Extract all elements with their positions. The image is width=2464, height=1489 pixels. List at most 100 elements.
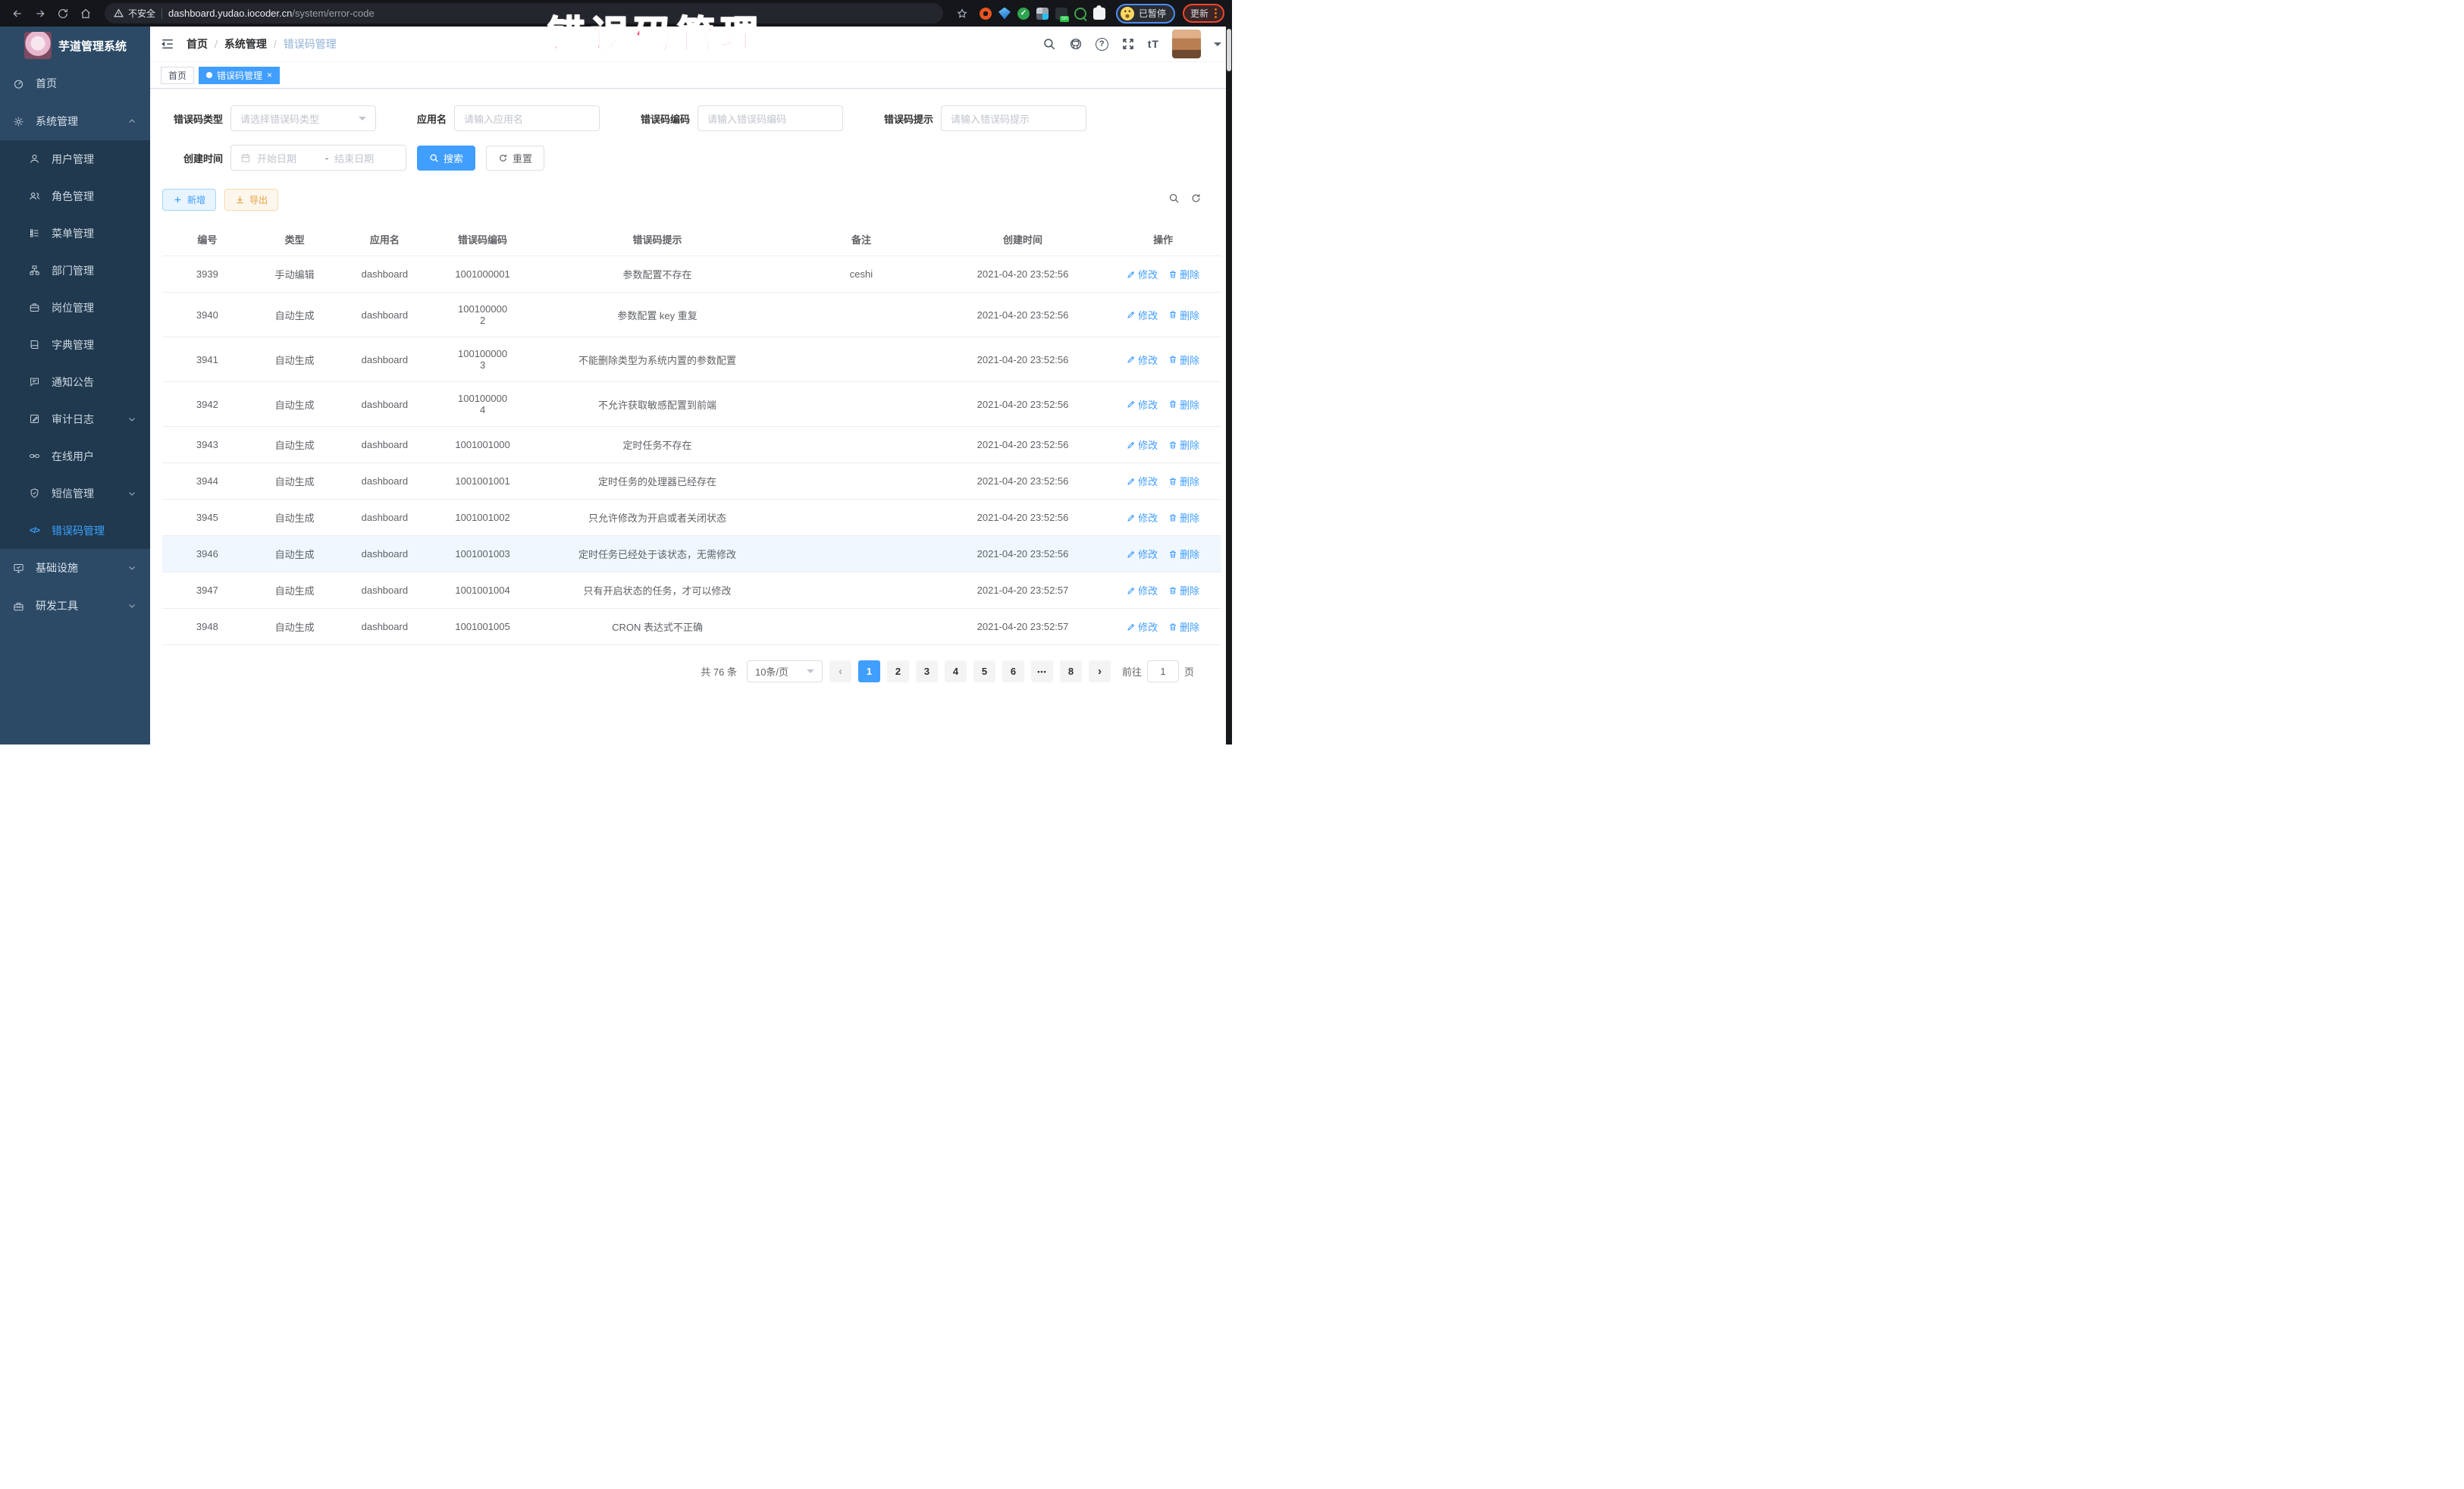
cell-remark: ceshi <box>782 256 941 293</box>
page-button-3[interactable]: 3 <box>916 660 938 682</box>
error-code-input[interactable]: 请输入错误码编码 <box>698 105 843 131</box>
scrollbar-thumb[interactable] <box>1227 29 1231 71</box>
tab-home[interactable]: 首页 <box>161 67 194 84</box>
more-pages-button[interactable]: ••• <box>1031 660 1053 682</box>
prev-page-button[interactable]: ‹ <box>829 660 851 682</box>
extension-puzzle-icon[interactable] <box>1093 8 1105 20</box>
sidebar-item-角色管理[interactable]: 角色管理 <box>0 177 150 215</box>
app-name-label: 应用名 <box>417 111 447 126</box>
delete-row-button[interactable]: 删除 <box>1168 510 1199 525</box>
sidebar-item-系统管理[interactable]: 系统管理 <box>0 102 150 140</box>
cell-time: 2021-04-20 23:52:57 <box>941 572 1105 609</box>
delete-row-button[interactable]: 删除 <box>1168 437 1199 452</box>
browser-scrollbar[interactable] <box>1226 27 1232 744</box>
book-icon <box>28 339 41 350</box>
sidebar-item-研发工具[interactable]: 研发工具 <box>0 587 150 625</box>
not-secure-warning[interactable]: 不安全 <box>114 7 155 20</box>
font-size-icon[interactable]: tT <box>1148 38 1159 50</box>
delete-row-button[interactable]: 删除 <box>1168 397 1199 412</box>
address-bar[interactable]: 不安全 dashboard.yudao.iocoder.cn/system/er… <box>105 3 943 24</box>
sidebar-item-基础设施[interactable]: 基础设施 <box>0 549 150 587</box>
user-avatar[interactable] <box>1172 30 1201 58</box>
reload-icon[interactable] <box>53 4 73 24</box>
calendar-icon <box>240 152 251 163</box>
export-button[interactable]: 导出 <box>224 189 278 211</box>
sidebar-item-错误码管理[interactable]: </>错误码管理 <box>0 512 150 549</box>
search-button[interactable]: 搜索 <box>417 146 475 171</box>
cell-id: 3947 <box>162 572 252 609</box>
sidebar-item-部门管理[interactable]: 部门管理 <box>0 252 150 289</box>
browser-menu-icon[interactable] <box>1215 8 1217 18</box>
page-button-4[interactable]: 4 <box>945 660 967 682</box>
page-button-2[interactable]: 2 <box>887 660 909 682</box>
bookmark-star-icon[interactable] <box>952 4 972 24</box>
page-button-1[interactable]: 1 <box>858 660 880 682</box>
forward-icon[interactable] <box>30 4 50 24</box>
table-search-toggle-icon[interactable] <box>1168 193 1180 208</box>
home-icon[interactable] <box>76 4 96 24</box>
date-range-picker[interactable]: 开始日期 - 结束日期 <box>230 145 406 171</box>
extension-key-icon[interactable] <box>1074 8 1086 20</box>
delete-row-button[interactable]: 删除 <box>1168 619 1199 634</box>
add-button[interactable]: 新增 <box>162 189 216 211</box>
help-icon[interactable]: ? <box>1096 38 1108 51</box>
user-menu-caret-icon[interactable] <box>1214 42 1221 50</box>
table-refresh-icon[interactable] <box>1190 193 1202 208</box>
error-hint-input[interactable]: 请输入错误码提示 <box>941 105 1086 131</box>
tab-error-code[interactable]: 错误码管理× <box>199 67 280 84</box>
browser-update-button[interactable]: 更新 <box>1183 4 1224 23</box>
page-button-8[interactable]: 8 <box>1060 660 1082 682</box>
edit-row-button[interactable]: 修改 <box>1127 353 1158 367</box>
extension-grid-icon[interactable] <box>1036 8 1049 20</box>
edit-row-button[interactable]: 修改 <box>1127 510 1158 525</box>
page-size-select[interactable]: 10条/页 <box>747 660 823 682</box>
sidebar-item-在线用户[interactable]: 在线用户 <box>0 437 150 475</box>
next-page-button[interactable]: › <box>1089 660 1111 682</box>
error-type-select[interactable]: 请选择错误码类型 <box>230 105 376 131</box>
page-button-6[interactable]: 6 <box>1002 660 1024 682</box>
header-search-icon[interactable] <box>1042 37 1056 51</box>
edit-row-button[interactable]: 修改 <box>1127 583 1158 597</box>
extension-ubuntu-icon[interactable] <box>980 8 992 20</box>
delete-row-button[interactable]: 删除 <box>1168 267 1199 281</box>
edit-row-button[interactable]: 修改 <box>1127 437 1158 452</box>
sidebar-item-通知公告[interactable]: 通知公告 <box>0 363 150 400</box>
edit-row-button[interactable]: 修改 <box>1127 619 1158 634</box>
edit-row-button[interactable]: 修改 <box>1127 397 1158 412</box>
edit-row-button[interactable]: 修改 <box>1127 547 1158 561</box>
goto-page-input[interactable]: 1 <box>1147 660 1179 682</box>
breadcrumb-system[interactable]: 系统管理 <box>224 36 267 52</box>
app-logo-row[interactable]: 芋道管理系统 <box>0 27 150 64</box>
sidebar-item-首页[interactable]: 首页 <box>0 64 150 102</box>
reset-button[interactable]: 重置 <box>486 146 544 171</box>
browser-profile-chip[interactable]: 已暂停 <box>1116 4 1175 24</box>
cell-time: 2021-04-20 23:52:56 <box>941 427 1105 463</box>
edit-row-button[interactable]: 修改 <box>1127 308 1158 322</box>
github-icon[interactable] <box>1069 37 1083 51</box>
column-header: 编号 <box>162 223 252 256</box>
delete-row-button[interactable]: 删除 <box>1168 547 1199 561</box>
delete-row-button[interactable]: 删除 <box>1168 308 1199 322</box>
delete-row-button[interactable]: 删除 <box>1168 474 1199 488</box>
menu-list-icon <box>28 227 41 239</box>
fullscreen-icon[interactable] <box>1121 37 1135 51</box>
page-button-5[interactable]: 5 <box>973 660 995 682</box>
delete-row-button[interactable]: 删除 <box>1168 353 1199 367</box>
sidebar-item-岗位管理[interactable]: 岗位管理 <box>0 289 150 326</box>
edit-row-button[interactable]: 修改 <box>1127 267 1158 281</box>
extension-gem-icon[interactable] <box>998 8 1011 20</box>
back-icon[interactable] <box>8 4 27 24</box>
sidebar-item-审计日志[interactable]: 审计日志 <box>0 400 150 437</box>
sidebar-item-字典管理[interactable]: 字典管理 <box>0 326 150 363</box>
app-name-input[interactable]: 请输入应用名 <box>454 105 600 131</box>
sidebar-item-用户管理[interactable]: 用户管理 <box>0 140 150 177</box>
sidebar-item-短信管理[interactable]: 短信管理 <box>0 475 150 512</box>
edit-row-button[interactable]: 修改 <box>1127 474 1158 488</box>
delete-row-button[interactable]: 删除 <box>1168 583 1199 597</box>
extension-green-check-icon[interactable] <box>1017 8 1030 20</box>
collapse-sidebar-icon[interactable] <box>161 37 174 51</box>
extension-onoff-icon[interactable] <box>1055 8 1067 20</box>
breadcrumb-home[interactable]: 首页 <box>187 36 208 52</box>
close-tab-icon[interactable]: × <box>267 70 272 80</box>
sidebar-item-菜单管理[interactable]: 菜单管理 <box>0 215 150 252</box>
